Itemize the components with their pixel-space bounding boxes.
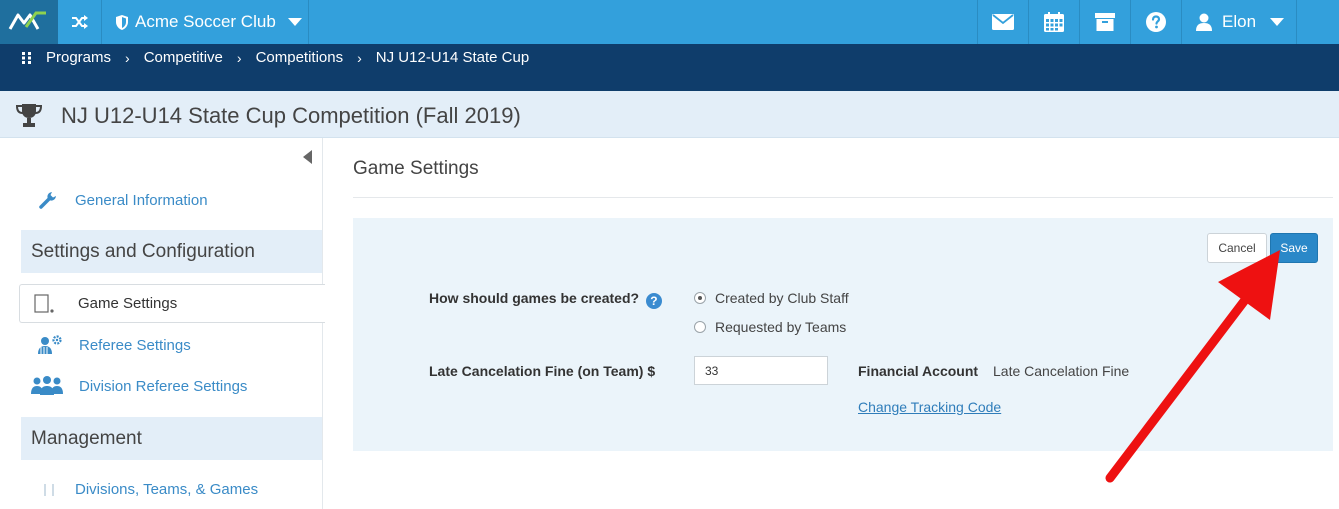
chevron-down-icon bbox=[1270, 17, 1285, 26]
user-name: Elon bbox=[1222, 12, 1257, 31]
user-icon bbox=[1196, 13, 1212, 31]
referee-settings-icon bbox=[38, 335, 62, 354]
shuffle-icon bbox=[71, 15, 88, 29]
logo-icon bbox=[8, 11, 46, 30]
sidebar-item-game-settings[interactable]: Game Settings bbox=[19, 284, 325, 323]
sidebar-section-management: Management bbox=[21, 417, 322, 460]
calendar-button[interactable] bbox=[1028, 0, 1079, 44]
help-button[interactable] bbox=[1130, 0, 1181, 44]
sidebar: General Information Settings and Configu… bbox=[0, 138, 325, 509]
document-icon bbox=[34, 293, 54, 313]
breadcrumb: Programs › Competitive › Competitions › … bbox=[22, 49, 529, 66]
trophy-icon bbox=[15, 104, 43, 127]
sidebar-item-label: Division Referee Settings bbox=[79, 377, 248, 395]
sidebar-item-general-information[interactable]: General Information bbox=[38, 190, 208, 210]
section-heading: Game Settings bbox=[353, 158, 479, 179]
sidebar-section-settings: Settings and Configuration bbox=[21, 230, 322, 273]
page-header: NJ U12-U14 State Cup Competition (Fall 2… bbox=[0, 91, 1339, 138]
late-fine-input[interactable] bbox=[694, 356, 828, 385]
radio-button[interactable] bbox=[694, 321, 706, 333]
breadcrumb-competitions[interactable]: Competitions bbox=[256, 49, 344, 66]
breadcrumb-bar: Programs › Competitive › Competitions › … bbox=[0, 44, 1339, 91]
financial-account-label: Financial Account bbox=[858, 363, 979, 379]
sidebar-item-label: Game Settings bbox=[78, 295, 178, 312]
games-created-text: How should games be created? bbox=[429, 290, 640, 306]
messages-button[interactable] bbox=[977, 0, 1028, 44]
bracket-icon bbox=[44, 483, 54, 496]
annotation-arrow bbox=[1105, 250, 1280, 483]
help-icon[interactable]: ? bbox=[645, 293, 662, 309]
shield-icon bbox=[116, 14, 128, 30]
breadcrumb-current: NJ U12-U14 State Cup bbox=[375, 49, 530, 66]
grid-dots-icon[interactable] bbox=[22, 51, 31, 64]
radio-requested-by-teams[interactable]: Requested by Teams bbox=[694, 319, 846, 335]
games-created-label: How should games be created? ? bbox=[429, 290, 662, 309]
sidebar-item-referee-settings[interactable]: Referee Settings bbox=[37, 335, 191, 355]
referee-group-icon bbox=[31, 376, 63, 395]
top-navbar: Acme Soccer Club Elon bbox=[0, 0, 1339, 44]
breadcrumb-separator: › bbox=[236, 49, 242, 66]
wrench-icon bbox=[39, 192, 56, 209]
envelope-icon bbox=[992, 14, 1014, 30]
page-title: NJ U12-U14 State Cup Competition (Fall 2… bbox=[61, 103, 521, 128]
app-logo[interactable] bbox=[0, 0, 58, 44]
user-menu[interactable]: Elon bbox=[1181, 0, 1297, 44]
radio-label: Created by Club Staff bbox=[715, 290, 849, 306]
divider bbox=[353, 197, 1333, 198]
archive-button[interactable] bbox=[1079, 0, 1130, 44]
late-fine-label: Late Cancelation Fine (on Team) $ bbox=[429, 363, 656, 379]
club-name: Acme Soccer Club bbox=[135, 12, 276, 31]
breadcrumb-competitive[interactable]: Competitive bbox=[144, 49, 223, 66]
calendar-icon bbox=[1044, 12, 1064, 32]
collapse-sidebar-icon[interactable] bbox=[302, 150, 312, 164]
sidebar-item-label: Divisions, Teams, & Games bbox=[75, 481, 259, 498]
radio-created-by-club-staff[interactable]: Created by Club Staff bbox=[694, 290, 849, 306]
sidebar-item-division-referee-settings[interactable]: Division Referee Settings bbox=[31, 376, 247, 396]
sidebar-item-label: General Information bbox=[75, 191, 208, 209]
question-circle-icon bbox=[1146, 12, 1166, 32]
club-selector[interactable]: Acme Soccer Club bbox=[103, 0, 309, 44]
breadcrumb-separator: › bbox=[357, 49, 362, 66]
change-tracking-code-link[interactable]: Change Tracking Code bbox=[858, 399, 1001, 415]
breadcrumb-separator: › bbox=[125, 49, 130, 66]
switch-club-button[interactable] bbox=[58, 0, 102, 44]
radio-button[interactable] bbox=[694, 292, 706, 304]
sidebar-item-divisions-teams-games[interactable]: Divisions, Teams, & Games bbox=[43, 481, 258, 498]
breadcrumb-programs[interactable]: Programs bbox=[46, 49, 111, 66]
sidebar-item-label: Referee Settings bbox=[79, 336, 191, 354]
archive-icon bbox=[1095, 13, 1115, 31]
radio-label: Requested by Teams bbox=[715, 319, 847, 335]
chevron-down-icon bbox=[287, 17, 302, 26]
